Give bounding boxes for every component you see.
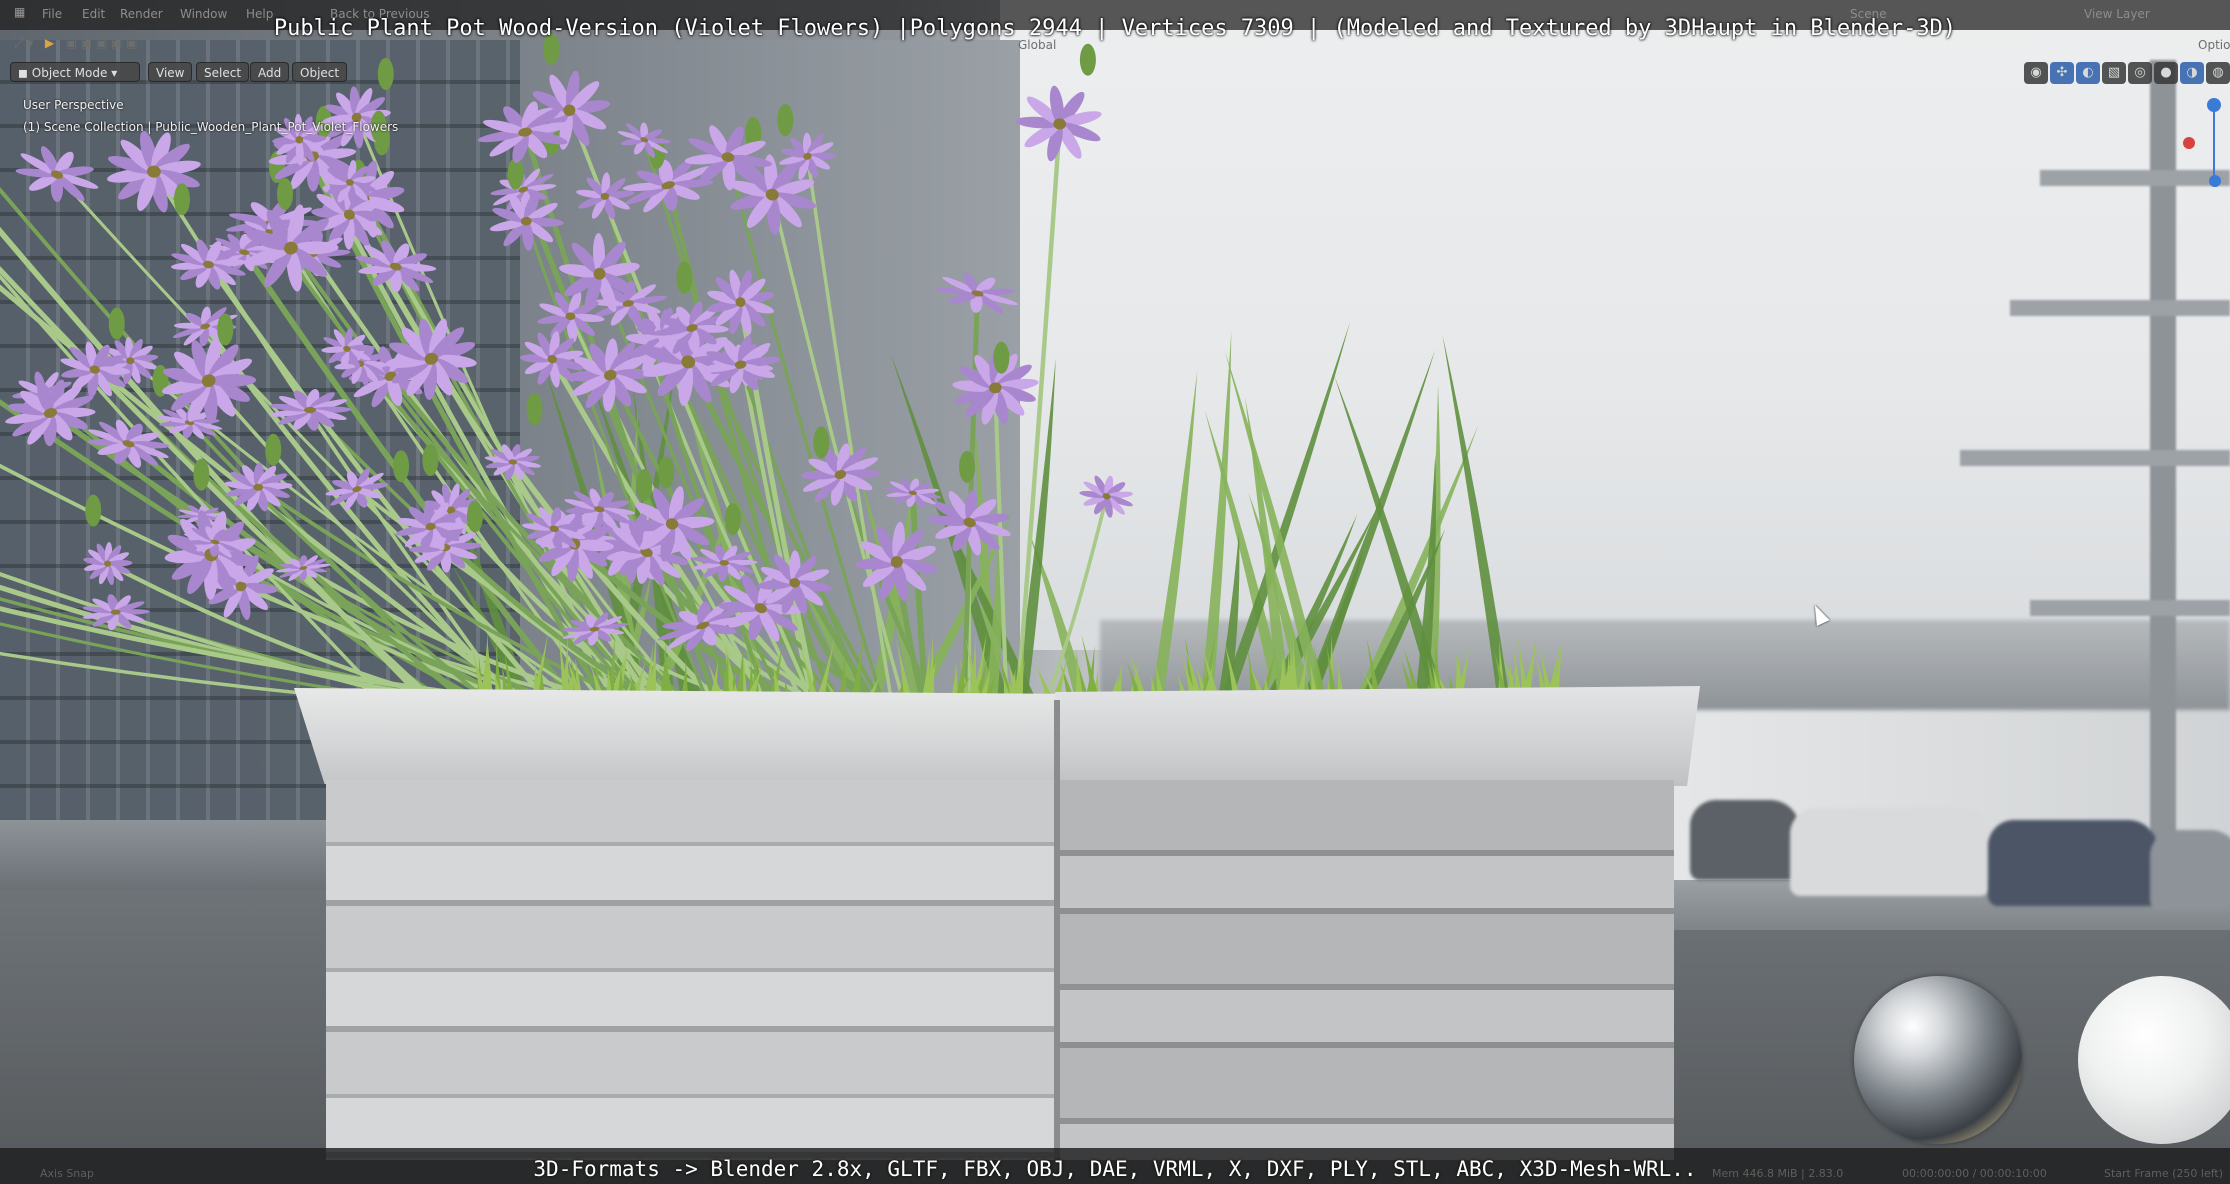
viewport-3d[interactable] [0,0,2230,1184]
flower-bud [959,450,976,483]
object-mode-icon: ◼ [18,66,32,80]
flower-bud [422,444,439,477]
menu-add[interactable]: Add [250,62,290,82]
wireframe-shading-icon[interactable]: ◎ [2128,62,2152,84]
viewport-perspective-label: User Perspective [23,98,124,112]
menu-select[interactable]: Select [196,62,250,82]
lookdev-chrome-sphere [1854,976,2022,1144]
flower-bud [265,433,282,466]
visibility-icon[interactable]: ◉ [2024,62,2048,84]
formats-caption: 3D-Formats -> Blender 2.8x, GLTF, FBX, O… [533,1157,1697,1181]
violet-bloom [617,122,671,158]
xray-icon[interactable]: ▧ [2102,62,2126,84]
overlay-icon[interactable]: ◐ [2076,62,2100,84]
violet-bloom [576,172,635,220]
flower-bud [993,341,1010,374]
flower-bud [813,426,830,459]
pot-rim-right [1055,686,1700,786]
viewport-collection-label: (1) Scene Collection | Public_Wooden_Pla… [23,120,399,134]
object-mode-label: Object Mode [31,66,108,80]
flower-center [253,483,264,491]
chevron-down-icon: ▾ [107,66,118,80]
leaf-blade [1354,424,1479,700]
flower-bud [526,393,543,426]
navigation-gizmo-z[interactable] [2207,98,2221,112]
pot-side-right [1058,780,1674,1160]
title-overlay-caption: Public Plant Pot Wood-Version (Violet Fl… [273,16,1957,41]
flower-bud [777,104,794,137]
violet-bloom [83,542,133,585]
flower-bud [636,469,653,502]
menu-view[interactable]: View [148,62,193,82]
flower-bud [676,261,693,294]
flower-bud [217,313,234,346]
pot-rim-left [294,688,1058,784]
violet-bloom [107,130,201,213]
flower-bud [276,177,293,210]
material-shading-icon[interactable]: ◑ [2180,62,2204,84]
violet-bloom [82,594,150,631]
flower-bud [193,458,210,491]
menu-object[interactable]: Object [292,62,348,82]
leaf-blade [1150,370,1198,700]
navigation-gizmo-y[interactable] [2209,175,2221,187]
violet-bloom [1079,475,1133,518]
navigation-gizmo-x[interactable] [2183,137,2195,149]
solid-shading-icon[interactable]: ● [2154,62,2178,84]
gizmo-icon[interactable]: ✣ [2050,62,2074,84]
navigation-gizmo-axis [2213,104,2215,184]
flower-bud [658,456,675,489]
flower-bud [108,307,125,340]
flower-bud [173,183,190,216]
viewport-shading-controls: ◉ ✣ ◐ ▧ ◎ ● ◑ ◍ [2024,62,2230,84]
pot-corner-edge [1054,700,1060,1160]
flower-stem [0,606,512,703]
flower-bud [724,503,741,536]
pot-side-left [326,780,1058,1160]
flower-bud [85,494,102,527]
rendered-shading-icon[interactable]: ◍ [2206,62,2230,84]
violet-bloom [15,146,99,202]
flower-bud [393,450,410,483]
object-mode-dropdown[interactable]: ◼ Object Mode ▾ [10,62,140,82]
flower-bud [466,500,483,533]
